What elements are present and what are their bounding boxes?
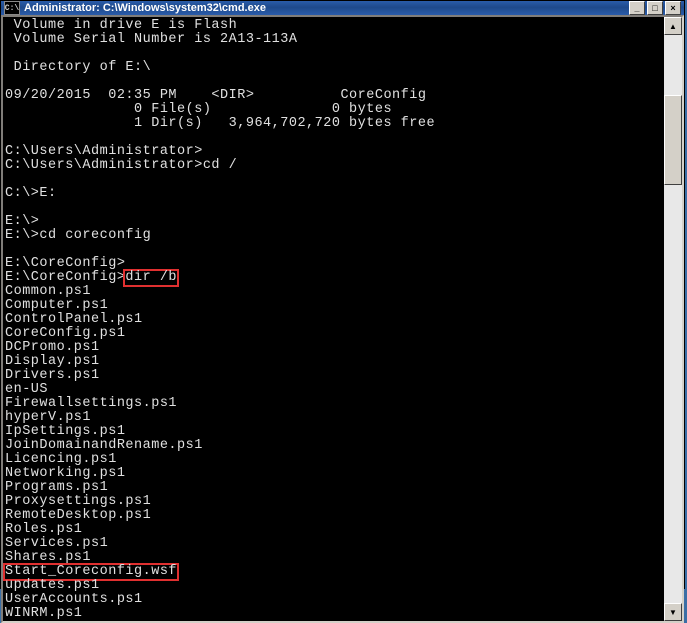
- terminal-line: DCPromo.ps1: [5, 341, 664, 355]
- terminal-line: 1 Dir(s) 3,964,702,720 bytes free: [5, 117, 664, 131]
- terminal-line: 0 File(s) 0 bytes: [5, 103, 664, 117]
- terminal-line: E:\CoreConfig>: [5, 257, 664, 271]
- terminal-line: Volume in drive E is Flash: [5, 19, 664, 33]
- scroll-track[interactable]: [664, 35, 682, 603]
- window-controls: _ □ ×: [629, 1, 681, 15]
- terminal-line: Start_Coreconfig.wsf: [5, 565, 664, 579]
- terminal-line: Roles.ps1: [5, 523, 664, 537]
- terminal-line: CoreConfig.ps1: [5, 327, 664, 341]
- terminal-line: Firewallsettings.ps1: [5, 397, 664, 411]
- minimize-button[interactable]: _: [629, 1, 645, 15]
- terminal-line: [5, 131, 664, 145]
- scrollbar[interactable]: ▲ ▼: [664, 17, 682, 621]
- terminal-line: RemoteDesktop.ps1: [5, 509, 664, 523]
- terminal-line: [5, 47, 664, 61]
- close-button[interactable]: ×: [665, 1, 681, 15]
- terminal-line: IpSettings.ps1: [5, 425, 664, 439]
- highlight-command: dir /b: [123, 269, 179, 287]
- terminal-line: [5, 173, 664, 187]
- maximize-button[interactable]: □: [647, 1, 663, 15]
- terminal-line: [5, 201, 664, 215]
- terminal-line: WINRM.ps1: [5, 607, 664, 621]
- window-title: Administrator: C:\Windows\system32\cmd.e…: [24, 2, 629, 14]
- terminal-line: E:\>: [5, 215, 664, 229]
- terminal-line: Volume Serial Number is 2A13-113A: [5, 33, 664, 47]
- terminal-line: Networking.ps1: [5, 467, 664, 481]
- cmd-icon: C:\: [4, 1, 20, 15]
- scroll-up-button[interactable]: ▲: [664, 17, 682, 35]
- terminal-line: Proxysettings.ps1: [5, 495, 664, 509]
- terminal-line: Programs.ps1: [5, 481, 664, 495]
- terminal-line: updates.ps1: [5, 579, 664, 593]
- terminal-line: Directory of E:\: [5, 61, 664, 75]
- scroll-thumb[interactable]: [664, 95, 682, 185]
- terminal-line: Computer.ps1: [5, 299, 664, 313]
- terminal-line: hyperV.ps1: [5, 411, 664, 425]
- terminal-line: en-US: [5, 383, 664, 397]
- terminal-line: UserAccounts.ps1: [5, 593, 664, 607]
- terminal-line: Display.ps1: [5, 355, 664, 369]
- terminal-line: C:\>E:: [5, 187, 664, 201]
- terminal-line: C:\Users\Administrator>cd /: [5, 159, 664, 173]
- terminal-line: Services.ps1: [5, 537, 664, 551]
- scroll-down-button[interactable]: ▼: [664, 603, 682, 621]
- terminal-line: C:\Users\Administrator>: [5, 145, 664, 159]
- terminal-line: E:\>cd coreconfig: [5, 229, 664, 243]
- terminal-line: [5, 75, 664, 89]
- terminal-line: ControlPanel.ps1: [5, 313, 664, 327]
- terminal-line: [5, 243, 664, 257]
- terminal-line: Common.ps1: [5, 285, 664, 299]
- titlebar[interactable]: C:\ Administrator: C:\Windows\system32\c…: [1, 1, 684, 15]
- terminal-line: JoinDomainandRename.ps1: [5, 439, 664, 453]
- terminal-line: E:\CoreConfig>dir /b: [5, 271, 664, 285]
- terminal-output[interactable]: Volume in drive E is Flash Volume Serial…: [3, 17, 664, 621]
- terminal-line: Licencing.ps1: [5, 453, 664, 467]
- cmd-window: C:\ Administrator: C:\Windows\system32\c…: [0, 0, 685, 589]
- terminal-line: Drivers.ps1: [5, 369, 664, 383]
- client-area: Volume in drive E is Flash Volume Serial…: [1, 15, 684, 623]
- terminal-line: 09/20/2015 02:35 PM <DIR> CoreConfig: [5, 89, 664, 103]
